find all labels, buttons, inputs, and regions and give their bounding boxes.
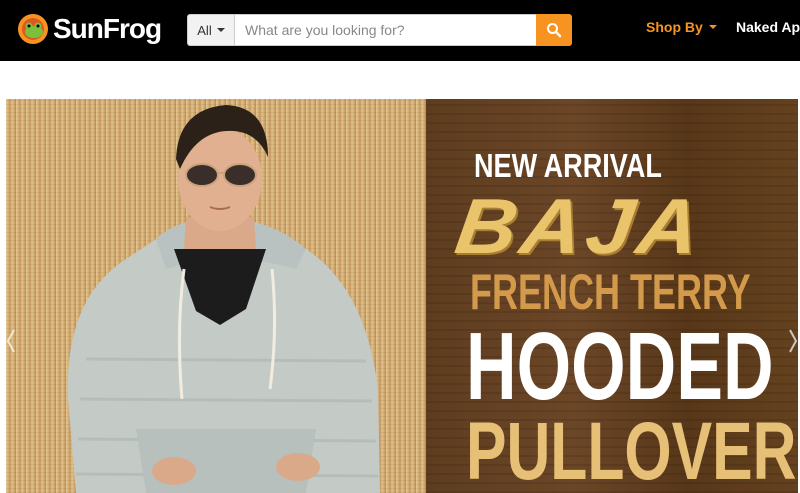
search-category-select[interactable]: All bbox=[187, 14, 235, 46]
search-bar: All bbox=[187, 14, 572, 46]
hero-banner[interactable]: NEW ARRIVAL BAJA FRENCH TERRY HOODED PUL… bbox=[6, 99, 798, 493]
promo-hooded: HOODED bbox=[466, 313, 774, 420]
chevron-down-icon bbox=[708, 25, 717, 29]
search-category-label: All bbox=[197, 22, 212, 38]
hero-photo-panel bbox=[6, 99, 426, 493]
nav-shop-by[interactable]: Shop By bbox=[646, 19, 717, 35]
promo-baja: BAJA bbox=[450, 182, 710, 270]
top-header: SunFrog All Shop By Naked Apparel bbox=[0, 0, 800, 61]
promo-new-arrival: NEW ARRIVAL bbox=[474, 147, 662, 184]
promo-pullover: PULLOVER bbox=[466, 406, 797, 493]
nav-naked-apparel[interactable]: Naked Apparel bbox=[736, 19, 800, 35]
search-button[interactable] bbox=[536, 14, 572, 46]
search-input[interactable] bbox=[235, 14, 536, 46]
slide-next-icon[interactable] bbox=[788, 326, 798, 356]
nav-shop-by-label: Shop By bbox=[646, 19, 703, 35]
site-logo[interactable]: SunFrog bbox=[16, 11, 162, 47]
model-hoodie-image bbox=[67, 105, 381, 493]
chevron-down-icon bbox=[216, 28, 225, 32]
search-icon bbox=[547, 23, 562, 38]
logo-text: SunFrog bbox=[53, 13, 162, 44]
promo-french-terry: FRENCH TERRY bbox=[470, 264, 751, 320]
slide-prev-icon[interactable] bbox=[6, 326, 16, 356]
sunfrog-logo-icon bbox=[18, 14, 48, 44]
hero-promo-panel: NEW ARRIVAL BAJA FRENCH TERRY HOODED PUL… bbox=[426, 99, 798, 493]
